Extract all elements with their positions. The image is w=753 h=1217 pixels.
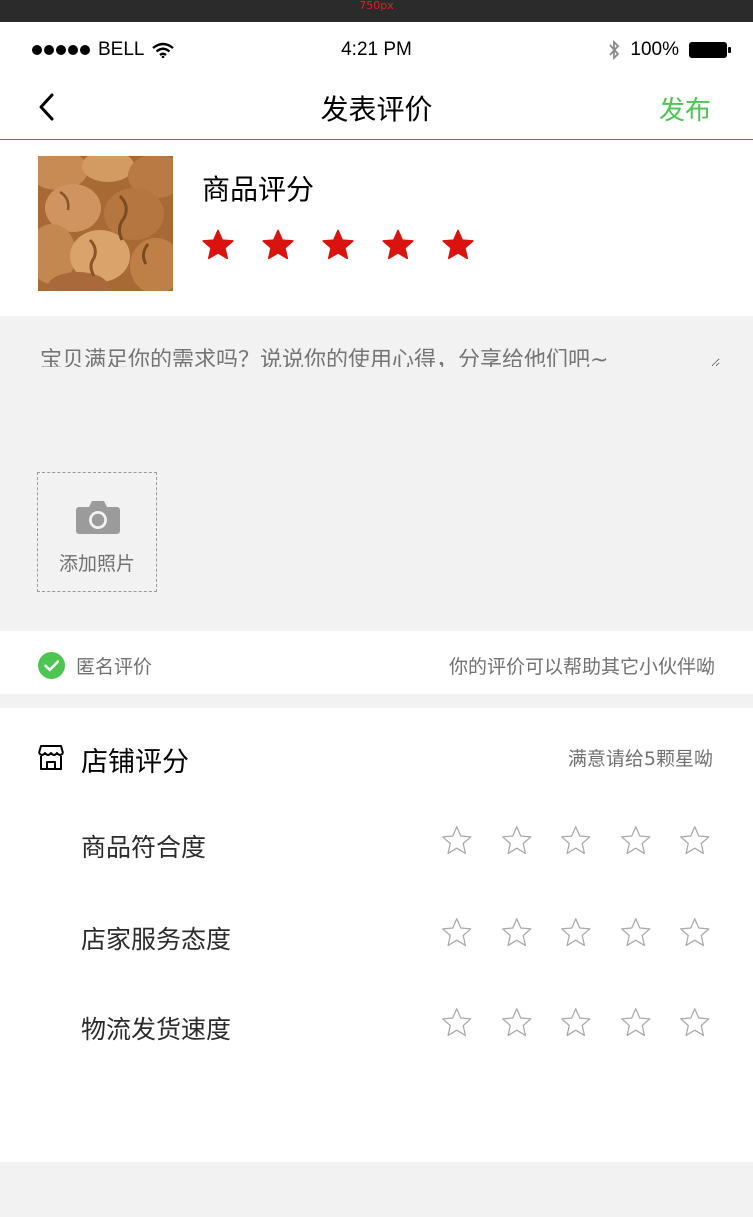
review-textarea[interactable]: [40, 342, 720, 367]
store-icon: [38, 745, 64, 770]
product-rating-label: 商品评分: [202, 173, 315, 206]
star-filled-icon[interactable]: [201, 228, 235, 262]
anonymous-label[interactable]: 匿名评价: [76, 652, 152, 679]
star-outline-icon[interactable]: [619, 824, 653, 857]
anonymous-row: 匿名评价 你的评价可以帮助其它小伙伴呦: [0, 631, 753, 694]
criterion-label: 店家服务态度: [81, 925, 232, 954]
star-filled-icon[interactable]: [261, 228, 295, 262]
star-outline-icon[interactable]: [678, 1006, 712, 1039]
star-outline-icon[interactable]: [440, 1006, 474, 1039]
battery-percent: 100%: [630, 39, 679, 60]
criterion-label: 商品符合度: [81, 833, 207, 862]
product-thumbnail: [38, 156, 173, 291]
star-filled-icon[interactable]: [381, 228, 415, 262]
product-star-rating[interactable]: [201, 228, 475, 262]
battery-icon: [689, 42, 731, 58]
walnut-image: [38, 156, 173, 291]
section-divider: [0, 694, 753, 708]
star-outline-icon[interactable]: [619, 916, 653, 949]
check-circle-icon[interactable]: [38, 652, 65, 679]
product-rating-section: 商品评分: [0, 140, 753, 316]
design-ruler-bar: 750px: [0, 0, 753, 22]
star-outline-icon[interactable]: [440, 916, 474, 949]
star-filled-icon[interactable]: [441, 228, 475, 262]
review-page: 750px BELL 4:21 PM 100% 发表评价 发布 商品评分 宝贝满…: [0, 0, 753, 1217]
add-photo-label: 添加照片: [58, 553, 135, 575]
criterion-row-product-match: 商品符合度: [0, 820, 753, 870]
publish-button[interactable]: 发布: [659, 90, 711, 127]
star-outline-icon[interactable]: [678, 916, 712, 949]
criterion-label: 物流发货速度: [81, 1015, 232, 1044]
nav-bar: 发表评价 发布: [0, 76, 753, 140]
star-outline-icon[interactable]: [559, 1006, 593, 1039]
status-right: 100%: [608, 39, 731, 61]
criterion-star-rating[interactable]: [440, 1006, 712, 1039]
bottom-band: [0, 1162, 753, 1217]
status-bar: BELL 4:21 PM 100%: [0, 22, 753, 76]
criterion-row-delivery: 物流发货速度: [0, 1002, 753, 1052]
criterion-row-service: 店家服务态度: [0, 912, 753, 962]
anonymous-hint: 你的评价可以帮助其它小伙伴呦: [448, 656, 715, 678]
review-compose-area: 添加照片: [0, 316, 753, 631]
criterion-star-rating[interactable]: [440, 916, 712, 949]
star-outline-icon[interactable]: [500, 916, 534, 949]
star-outline-icon[interactable]: [500, 824, 534, 857]
camera-icon: [76, 501, 120, 534]
criterion-star-rating[interactable]: [440, 824, 712, 857]
add-photo-button[interactable]: 添加照片: [37, 472, 157, 592]
star-filled-icon[interactable]: [321, 228, 355, 262]
design-width-label: 750px: [359, 0, 394, 12]
store-rating-section: 店铺评分 满意请给5颗星呦 商品符合度 店家服务态度 物流发货速度: [0, 708, 753, 1162]
page-title: 发表评价: [320, 93, 433, 126]
store-rating-title: 店铺评分: [81, 747, 189, 778]
bluetooth-icon: [609, 40, 620, 60]
star-outline-icon[interactable]: [678, 824, 712, 857]
store-rating-hint: 满意请给5颗星呦: [567, 748, 713, 770]
star-outline-icon[interactable]: [619, 1006, 653, 1039]
star-outline-icon[interactable]: [440, 824, 474, 857]
star-outline-icon[interactable]: [500, 1006, 534, 1039]
star-outline-icon[interactable]: [559, 824, 593, 857]
star-outline-icon[interactable]: [559, 916, 593, 949]
